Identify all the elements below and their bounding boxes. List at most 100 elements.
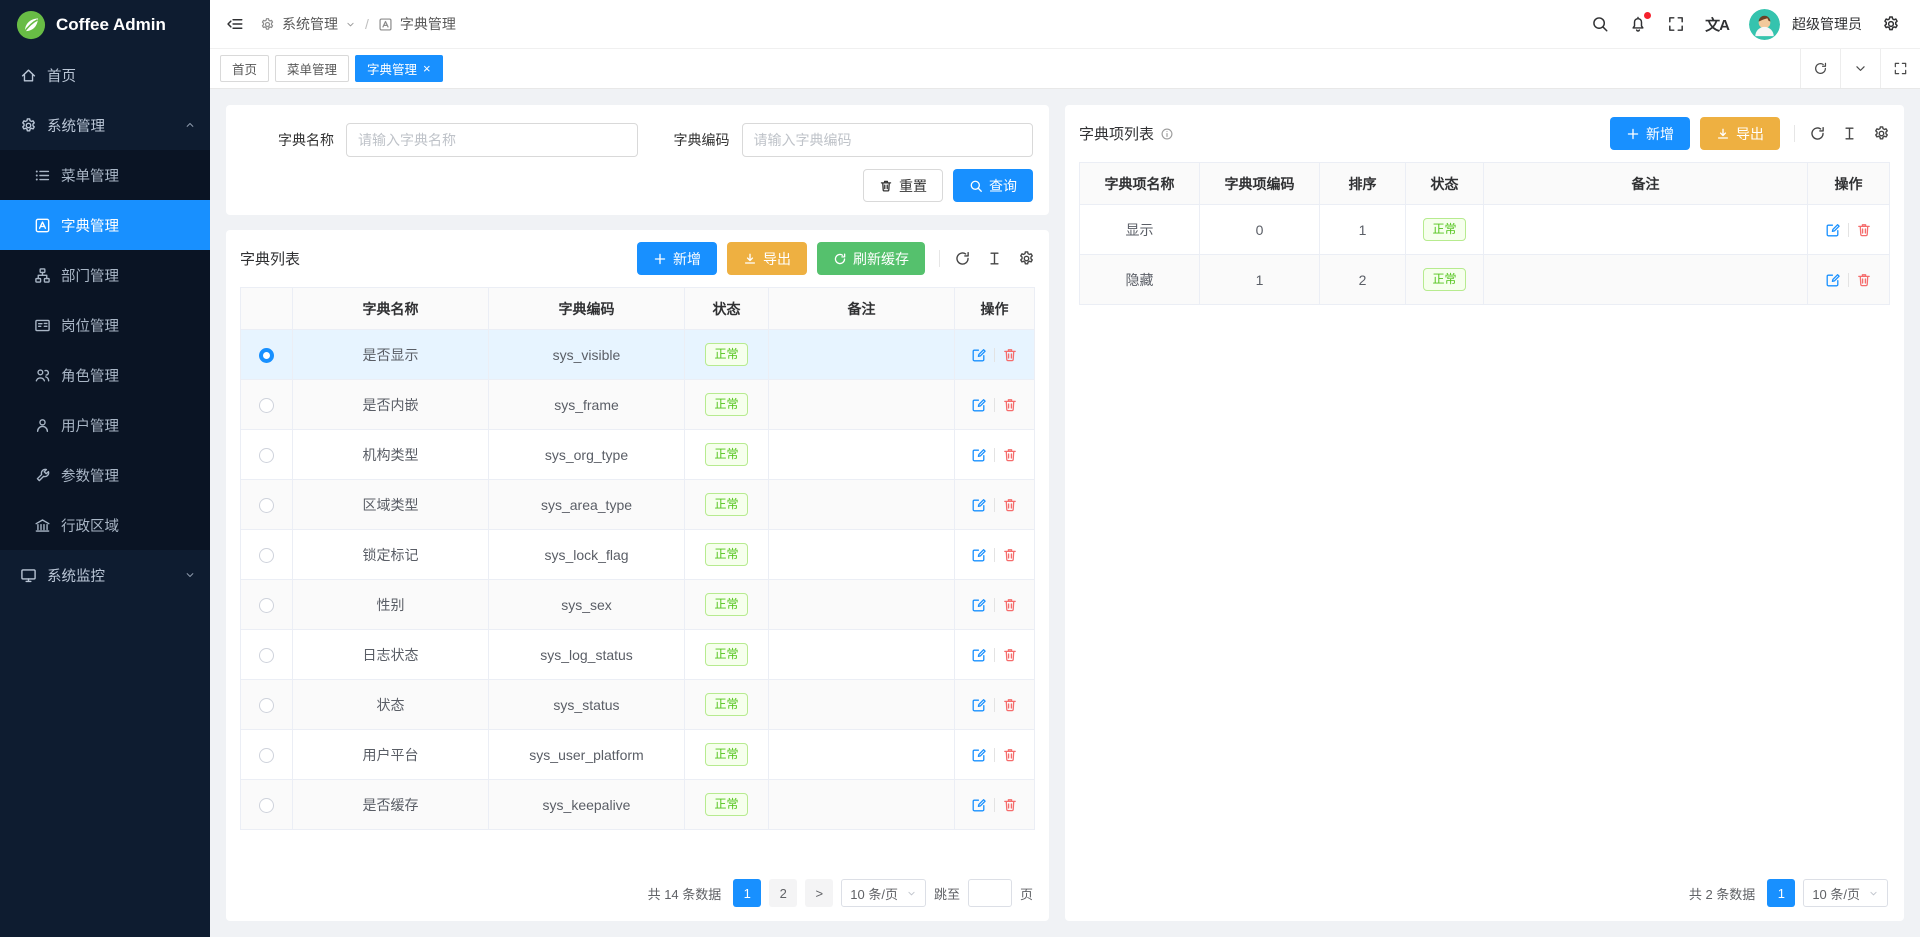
- row-radio[interactable]: [259, 348, 274, 363]
- column-settings-gear-icon[interactable]: [1018, 250, 1035, 267]
- edit-icon[interactable]: [971, 797, 987, 813]
- delete-icon[interactable]: [1002, 647, 1018, 663]
- sidebar-item-monitor[interactable]: 系统监控: [0, 550, 210, 600]
- tab-home[interactable]: 首页: [220, 55, 269, 82]
- table-row[interactable]: 是否显示 sys_visible 正常: [241, 330, 1035, 380]
- row-radio[interactable]: [259, 648, 274, 663]
- row-height-icon[interactable]: [986, 250, 1003, 267]
- delete-icon[interactable]: [1002, 797, 1018, 813]
- edit-icon[interactable]: [1825, 272, 1841, 288]
- page-size-select[interactable]: 10 条/页: [1803, 879, 1888, 907]
- username[interactable]: 超级管理员: [1792, 14, 1862, 34]
- breadcrumb-item-system[interactable]: 系统管理: [282, 14, 338, 34]
- delete-icon[interactable]: [1002, 347, 1018, 363]
- row-radio[interactable]: [259, 398, 274, 413]
- close-icon[interactable]: ×: [423, 62, 431, 75]
- add-dict-button[interactable]: 新增: [637, 242, 717, 275]
- column-header: 字典名称: [293, 288, 489, 330]
- next-page-button[interactable]: >: [805, 879, 833, 907]
- dict-name-input[interactable]: [346, 123, 638, 157]
- edit-icon[interactable]: [971, 497, 987, 513]
- delete-icon[interactable]: [1002, 397, 1018, 413]
- table-row[interactable]: 隐藏 1 2 正常: [1080, 255, 1890, 305]
- wrench-icon: [34, 467, 51, 484]
- table-row[interactable]: 是否内嵌 sys_frame 正常: [241, 380, 1035, 430]
- delete-icon[interactable]: [1002, 697, 1018, 713]
- tab-dict-mgmt[interactable]: 字典管理 ×: [355, 55, 443, 82]
- sidebar-item-menu-mgmt[interactable]: 菜单管理: [0, 150, 210, 200]
- fullscreen-icon[interactable]: [1667, 15, 1685, 33]
- dictionary-icon: [34, 217, 51, 234]
- refresh-cache-button[interactable]: 刷新缓存: [817, 242, 925, 275]
- delete-icon[interactable]: [1002, 547, 1018, 563]
- row-radio[interactable]: [259, 498, 274, 513]
- query-button[interactable]: 查询: [953, 169, 1033, 202]
- refresh-table-icon[interactable]: [1809, 125, 1826, 142]
- maximize-view-icon[interactable]: [1880, 49, 1920, 88]
- page-button-2[interactable]: 2: [769, 879, 797, 907]
- sidebar-item-role-mgmt[interactable]: 角色管理: [0, 350, 210, 400]
- tab-menu-mgmt[interactable]: 菜单管理: [275, 55, 349, 82]
- edit-icon[interactable]: [971, 597, 987, 613]
- sidebar-item-dict-mgmt[interactable]: 字典管理: [0, 200, 210, 250]
- menu-fold-icon[interactable]: [226, 15, 244, 33]
- table-row[interactable]: 机构类型 sys_org_type 正常: [241, 430, 1035, 480]
- delete-icon[interactable]: [1002, 497, 1018, 513]
- refresh-table-icon[interactable]: [954, 250, 971, 267]
- edit-icon[interactable]: [971, 647, 987, 663]
- edit-icon[interactable]: [971, 397, 987, 413]
- table-row[interactable]: 区域类型 sys_area_type 正常: [241, 480, 1035, 530]
- row-radio[interactable]: [259, 448, 274, 463]
- edit-icon[interactable]: [971, 347, 987, 363]
- table-row[interactable]: 显示 0 1 正常: [1080, 205, 1890, 255]
- avatar[interactable]: [1749, 9, 1780, 40]
- column-settings-gear-icon[interactable]: [1873, 125, 1890, 142]
- row-radio[interactable]: [259, 748, 274, 763]
- settings-gear-icon[interactable]: [1882, 15, 1900, 33]
- sidebar-item-dept-mgmt[interactable]: 部门管理: [0, 250, 210, 300]
- translate-icon[interactable]: 文A: [1705, 14, 1729, 35]
- edit-icon[interactable]: [971, 697, 987, 713]
- delete-icon[interactable]: [1856, 222, 1872, 238]
- table-row[interactable]: 用户平台 sys_user_platform 正常: [241, 730, 1035, 780]
- page-button-1[interactable]: 1: [733, 879, 761, 907]
- edit-icon[interactable]: [971, 547, 987, 563]
- edit-icon[interactable]: [1825, 222, 1841, 238]
- row-radio[interactable]: [259, 698, 274, 713]
- export-dict-button[interactable]: 导出: [727, 242, 807, 275]
- table-row[interactable]: 日志状态 sys_log_status 正常: [241, 630, 1035, 680]
- export-item-button[interactable]: 导出: [1700, 117, 1780, 150]
- table-row[interactable]: 是否缓存 sys_keepalive 正常: [241, 780, 1035, 830]
- row-radio[interactable]: [259, 798, 274, 813]
- sidebar-item-region-mgmt[interactable]: 行政区域: [0, 500, 210, 550]
- row-radio[interactable]: [259, 598, 274, 613]
- delete-icon[interactable]: [1856, 272, 1872, 288]
- add-item-button[interactable]: 新增: [1610, 117, 1690, 150]
- sidebar-item-system[interactable]: 系统管理: [0, 100, 210, 150]
- edit-icon[interactable]: [971, 747, 987, 763]
- table-row[interactable]: 锁定标记 sys_lock_flag 正常: [241, 530, 1035, 580]
- row-height-icon[interactable]: [1841, 125, 1858, 142]
- jump-page-input[interactable]: [968, 879, 1012, 907]
- info-icon[interactable]: [1160, 127, 1174, 141]
- edit-icon[interactable]: [971, 447, 987, 463]
- reset-button[interactable]: 重置: [863, 169, 943, 202]
- dict-code-input[interactable]: [742, 123, 1034, 157]
- notification-bell[interactable]: [1629, 15, 1647, 33]
- page-button-1[interactable]: 1: [1767, 879, 1795, 907]
- sidebar-item-post-mgmt[interactable]: 岗位管理: [0, 300, 210, 350]
- page-size-select[interactable]: 10 条/页: [841, 879, 926, 907]
- sidebar-item-home[interactable]: 首页: [0, 50, 210, 100]
- delete-icon[interactable]: [1002, 747, 1018, 763]
- search-icon[interactable]: [1591, 15, 1609, 33]
- refresh-tab-icon[interactable]: [1800, 49, 1840, 88]
- sidebar-item-param-mgmt[interactable]: 参数管理: [0, 450, 210, 500]
- delete-icon[interactable]: [1002, 597, 1018, 613]
- topbar-actions: 文A 超级管理员: [1591, 9, 1900, 40]
- row-radio[interactable]: [259, 548, 274, 563]
- sidebar-item-user-mgmt[interactable]: 用户管理: [0, 400, 210, 450]
- delete-icon[interactable]: [1002, 447, 1018, 463]
- table-row[interactable]: 性别 sys_sex 正常: [241, 580, 1035, 630]
- table-row[interactable]: 状态 sys_status 正常: [241, 680, 1035, 730]
- tab-options-chevron-icon[interactable]: [1840, 49, 1880, 88]
